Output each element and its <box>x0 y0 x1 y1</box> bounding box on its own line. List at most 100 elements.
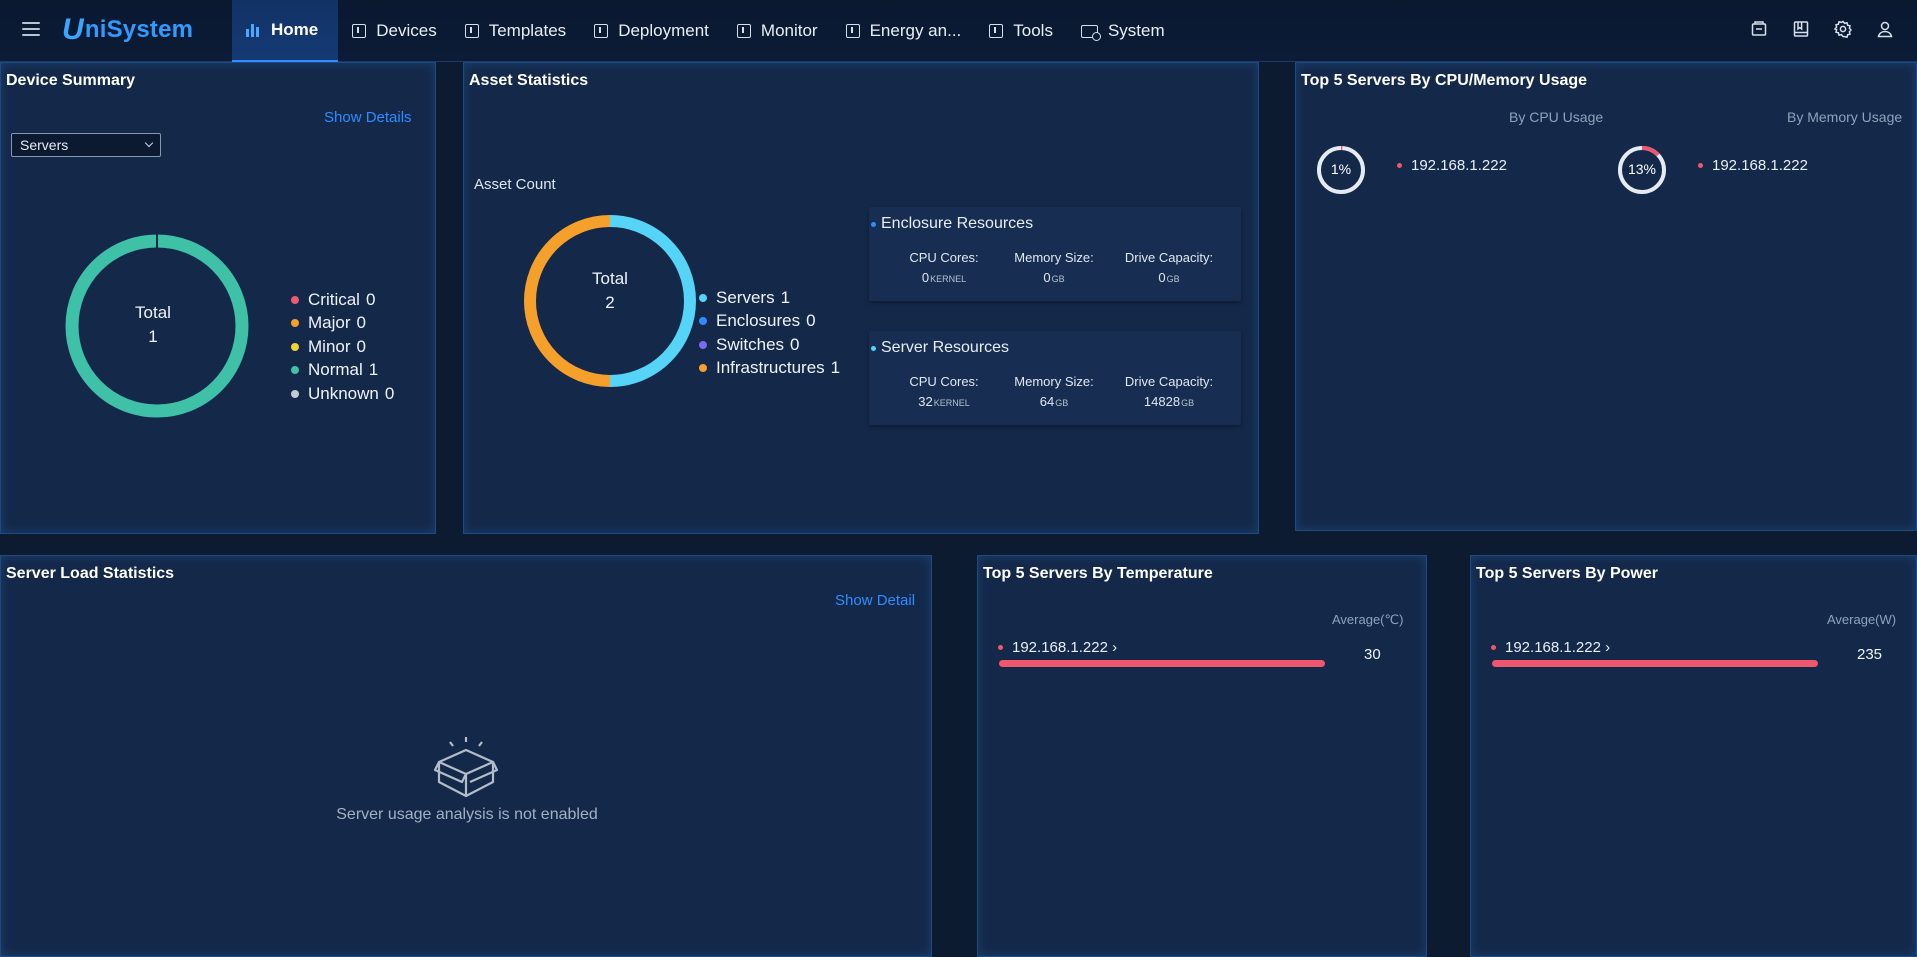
nav-energy[interactable]: Energy an... <box>832 0 976 62</box>
nav-tools-label: Tools <box>1013 21 1053 40</box>
asset-count-label: Asset Count <box>474 176 556 193</box>
energy-icon <box>845 24 860 38</box>
top-cpu-memory-title: Top 5 Servers By CPU/Memory Usage <box>1301 72 1588 89</box>
enclosure-drive: Drive Capacity: 0GB <box>1114 250 1224 285</box>
enclosure-memory-value: 0 <box>1043 270 1051 285</box>
top-power-title: Top 5 Servers By Power <box>1476 565 1658 582</box>
temperature-value: 30 <box>1364 646 1381 663</box>
temperature-bar <box>999 660 1325 667</box>
device-status-legend-value: 0 <box>384 383 395 403</box>
package-icon[interactable] <box>1749 19 1769 39</box>
server-cpu: CPU Cores: 32KERNEL <box>899 374 989 409</box>
device-status-legend-item[interactable]: Critical 0 <box>291 288 394 312</box>
asset-legend-item[interactable]: Servers 1 <box>699 286 840 310</box>
memory-top-server[interactable]: 192.168.1.222 <box>1698 157 1808 174</box>
device-total-value: 1 <box>148 327 158 346</box>
temperature-top-server-ip: 192.168.1.222 › <box>1012 639 1118 656</box>
nav-home-label: Home <box>271 20 319 39</box>
nav-system[interactable]: System <box>1067 0 1179 62</box>
asset-legend-dot <box>699 317 707 326</box>
asset-legend-dot <box>699 293 707 302</box>
device-status-legend-dot <box>291 389 299 398</box>
device-summary-title: Device Summary <box>6 72 135 89</box>
cpu-top-server[interactable]: 192.168.1.222 <box>1397 157 1507 174</box>
power-bar <box>1492 660 1818 667</box>
show-details-link[interactable]: Show Details <box>324 109 412 126</box>
device-status-legend-item[interactable]: Normal 1 <box>291 359 394 383</box>
device-status-legend: Critical 0 Major 0 Minor 0 Normal 1 Unknown 0 <box>291 288 394 406</box>
enclosure-cpu-value: 0 <box>921 270 930 285</box>
server-load-panel: Server Load Statistics Show Detail Serve… <box>0 555 932 957</box>
asset-total: Total 2 <box>570 267 650 315</box>
asset-legend-item[interactable]: Infrastructures 1 <box>699 357 840 381</box>
device-type-select[interactable]: Servers <box>11 133 161 157</box>
device-status-legend-dot <box>291 366 299 375</box>
nav-deployment[interactable]: Deployment <box>580 0 723 62</box>
book-icon[interactable] <box>1791 19 1811 39</box>
enclosure-resources-card: Enclosure Resources CPU Cores: 0KERNEL M… <box>869 207 1241 301</box>
temperature-top-server[interactable]: 192.168.1.222 › <box>998 639 1117 656</box>
logo-letter: U <box>62 13 84 46</box>
asset-legend-value: 1 <box>830 358 841 378</box>
nav-templates[interactable]: Templates <box>451 0 580 62</box>
server-memory-value: 64 <box>1039 394 1055 409</box>
user-icon[interactable] <box>1875 19 1895 39</box>
server-drive-label: Drive Capacity: <box>1124 374 1214 389</box>
monitor-icon <box>736 24 751 38</box>
device-status-legend-item[interactable]: Minor 0 <box>291 335 394 359</box>
device-status-legend-value: 1 <box>368 360 379 380</box>
chevron-down-icon <box>144 138 154 148</box>
device-status-legend-dot <box>291 319 299 328</box>
enclosure-drive-label: Drive Capacity: <box>1124 250 1214 265</box>
enclosure-drive-unit: GB <box>1166 274 1180 284</box>
server-status-dot <box>1491 645 1496 650</box>
nav-energy-label: Energy an... <box>869 21 962 40</box>
device-status-legend-item[interactable]: Major 0 <box>291 312 394 336</box>
asset-legend-item[interactable]: Switches 0 <box>699 333 840 357</box>
power-top-server-ip: 192.168.1.222 › <box>1505 639 1611 656</box>
devices-icon <box>352 24 367 38</box>
enclosure-drive-value: 0 <box>1158 270 1166 285</box>
device-status-legend-dot <box>291 342 299 351</box>
memory-usage-label: By Memory Usage <box>1787 109 1903 125</box>
top-temperature-title: Top 5 Servers By Temperature <box>983 565 1213 582</box>
asset-statistics-panel: Asset Statistics Asset Count Total 2 Ser… <box>463 62 1259 534</box>
server-resources-card: Server Resources CPU Cores: 32KERNEL Mem… <box>869 331 1241 425</box>
cpu-top-server-ip: 192.168.1.222 <box>1411 157 1507 174</box>
enclosure-cpu: CPU Cores: 0KERNEL <box>899 250 989 285</box>
device-status-legend-label: Minor <box>308 336 351 356</box>
asset-legend: Servers 1 Enclosures 0 Switches 0 Infrastructu… <box>699 286 840 380</box>
menu-toggle-icon[interactable] <box>22 22 40 36</box>
device-status-legend-label: Critical <box>308 289 360 309</box>
asset-legend-label: Servers <box>716 287 775 307</box>
server-drive-unit: GB <box>1181 398 1195 408</box>
server-drive: Drive Capacity: 14828GB <box>1114 374 1224 409</box>
app-logo[interactable]: U niSystem <box>62 10 193 50</box>
device-summary-panel: Device Summary Show Details Servers Tota… <box>0 62 436 534</box>
nav-monitor-label: Monitor <box>760 21 818 40</box>
device-status-legend-item[interactable]: Unknown 0 <box>291 382 394 406</box>
power-top-server[interactable]: 192.168.1.222 › <box>1491 639 1610 656</box>
show-detail-link[interactable]: Show Detail <box>835 592 915 609</box>
memory-usage-percent: 13% <box>1627 161 1657 177</box>
server-cpu-unit: KERNEL <box>933 398 970 408</box>
gear-icon[interactable] <box>1833 19 1853 39</box>
server-resources-title: Server Resources <box>881 339 1010 356</box>
empty-state-message: Server usage analysis is not enabled <box>336 806 598 823</box>
asset-total-value: 2 <box>605 293 615 312</box>
asset-legend-dot <box>699 340 707 349</box>
nav-home[interactable]: Home <box>232 0 339 62</box>
nav-monitor[interactable]: Monitor <box>723 0 832 62</box>
nav-tools[interactable]: Tools <box>975 0 1067 62</box>
asset-legend-label: Enclosures <box>716 311 801 331</box>
temperature-average-label: Average(℃) <box>1332 612 1404 627</box>
server-resources-heading: Server Resources <box>871 339 1009 357</box>
enclosure-cpu-label: CPU Cores: <box>909 250 979 265</box>
server-dot-icon <box>871 345 876 351</box>
asset-legend-value: 0 <box>790 334 800 354</box>
device-status-legend-dot <box>291 295 299 304</box>
nav-devices[interactable]: Devices <box>338 0 450 62</box>
asset-legend-item[interactable]: Enclosures 0 <box>699 310 840 334</box>
top-cpu-memory-panel: Top 5 Servers By CPU/Memory Usage By CPU… <box>1295 62 1917 531</box>
device-status-legend-label: Major <box>308 313 351 333</box>
